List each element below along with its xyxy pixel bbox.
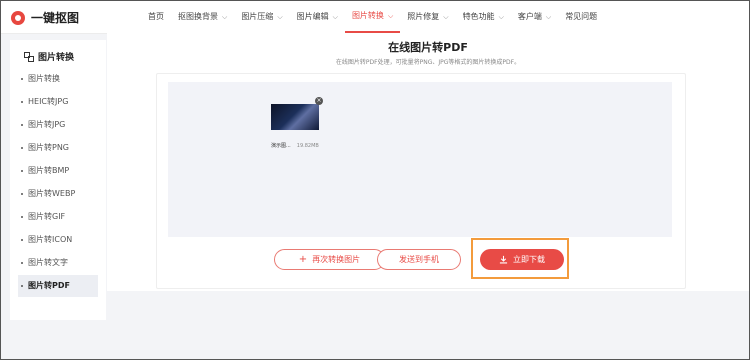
sidebar-item-to-webp[interactable]: 图片转WEBP [18,183,98,205]
page-title: 在线图片转PDF [388,41,468,54]
plus-icon: + [298,254,308,265]
sidebar-item-to-gif[interactable]: 图片转GIF [18,206,98,228]
sidebar-item-to-text[interactable]: 图片转文字 [18,252,98,274]
sidebar-item-to-pdf[interactable]: 图片转PDF [18,275,98,297]
chevron-down-icon: ⌵ [545,13,552,21]
nav-item-faq[interactable]: 常见问题 [558,1,604,33]
nav-item-cutout[interactable]: 抠图换背景 ⌵ [171,1,234,33]
file-drop-area[interactable]: × 演示图... 19.82MB [168,82,672,237]
nav-item-client[interactable]: 客户端 ⌵ [511,1,558,33]
download-highlight-box [471,238,569,279]
nav-item-convert[interactable]: 图片转换 ⌵ [344,1,401,33]
file-size: 19.82MB [296,143,319,149]
main-content: 在线图片转PDF 在线图片转PDF处理，可批量将PNG、JPG等格式的图片转换成… [107,33,749,291]
sidebar-item-to-icon[interactable]: 图片转ICON [18,229,98,251]
convert-icon [24,51,34,62]
sidebar: 图片转换 图片转换 HEIC转JPG 图片转JPG 图片转PNG 图片转BMP … [10,40,106,320]
nav-item-compress[interactable]: 图片压缩 ⌵ [234,1,289,33]
logo-text: 一键抠图 [31,11,80,25]
file-meta: 演示图... 19.82MB [271,142,321,149]
sidebar-item-to-bmp[interactable]: 图片转BMP [18,160,98,182]
logo-icon [11,10,25,25]
nav-item-features[interactable]: 特色功能 ⌵ [456,1,511,33]
chevron-down-icon: ⌵ [332,13,338,21]
chevron-down-icon: ⌵ [443,13,449,21]
chevron-down-icon: ⌵ [277,13,283,21]
nav-item-edit[interactable]: 图片编辑 ⌵ [290,1,345,33]
close-icon[interactable]: × [315,97,323,105]
file-thumbnail [271,104,319,130]
page-subtitle: 在线图片转PDF处理，可批量将PNG、JPG等格式的图片转换成PDF。 [335,59,521,66]
file-card: × 演示图... 19.82MB [271,97,323,149]
chevron-down-icon: ⌵ [498,13,504,21]
convert-again-button[interactable]: + 再次转换图片 [274,249,385,270]
sidebar-list: 图片转换 HEIC转JPG 图片转JPG 图片转PNG 图片转BMP 图片转WE… [18,68,98,298]
file-name: 演示图... [271,143,291,149]
chevron-down-icon: ⌵ [387,12,394,20]
top-navigation-bar: 一键抠图 首页 抠图换背景 ⌵ 图片压缩 ⌵ 图片编辑 ⌵ 图片转换 ⌵ 照片修复 ⌵ 特… [1,1,749,34]
sidebar-item-to-jpg[interactable]: 图片转JPG [18,114,98,136]
main-nav: 首页 抠图换背景 ⌵ 图片压缩 ⌵ 图片编辑 ⌵ 图片转换 ⌵ 照片修复 ⌵ 特色功能 ⌵ … [141,1,604,33]
sidebar-item-to-png[interactable]: 图片转PNG [18,137,98,159]
send-to-phone-button[interactable]: 发送到手机 [377,249,461,270]
sidebar-item-image-convert[interactable]: 图片转换 [18,68,98,90]
nav-item-home[interactable]: 首页 [141,1,171,33]
sidebar-item-heic-to-jpg[interactable]: HEIC转JPG [18,91,98,113]
logo[interactable]: 一键抠图 [11,9,79,26]
nav-item-photo-repair[interactable]: 照片修复 ⌵ [400,1,455,33]
sidebar-title: 图片转换 [24,50,74,63]
chevron-down-icon: ⌵ [222,13,228,21]
